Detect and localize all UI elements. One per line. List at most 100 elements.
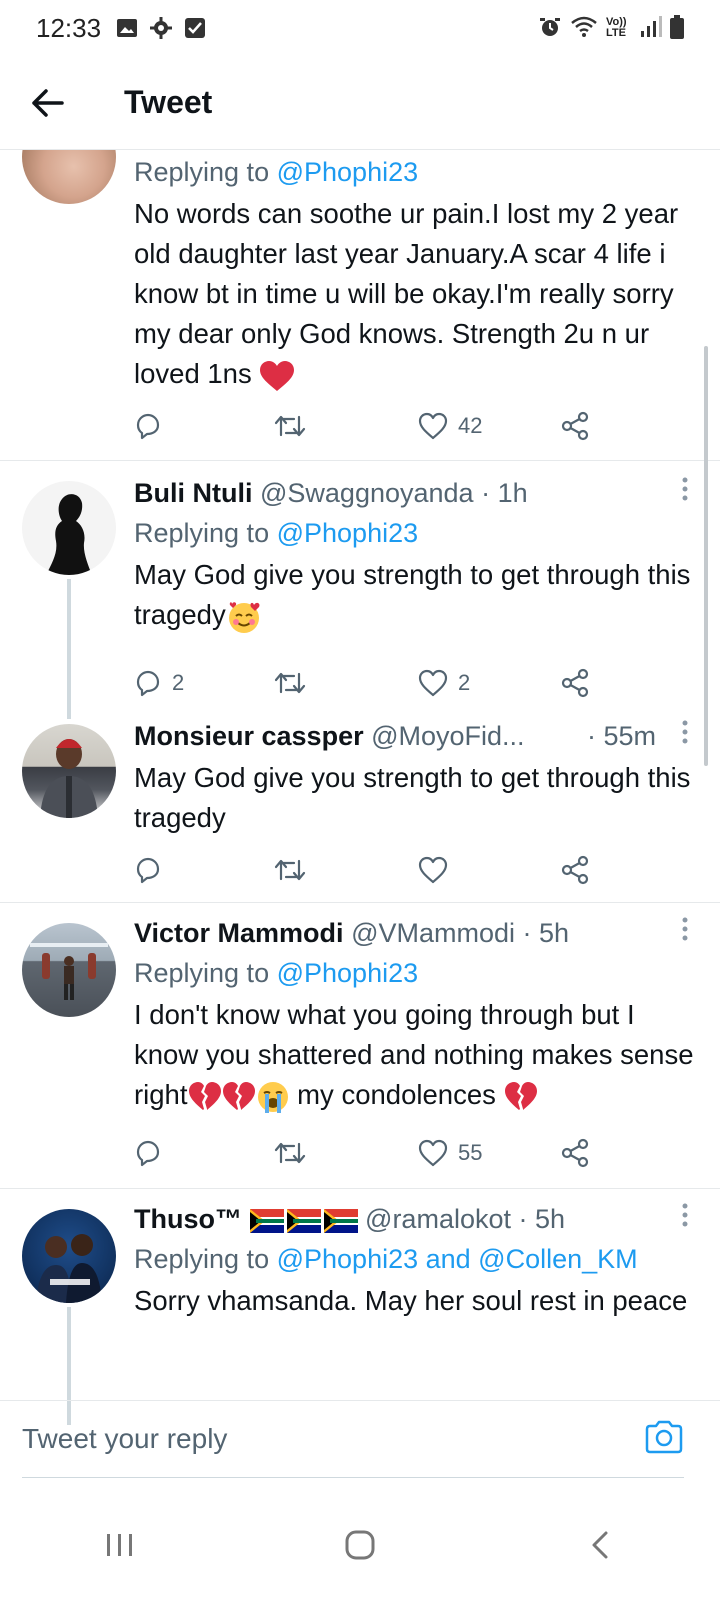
more-options-button[interactable] xyxy=(670,716,700,756)
avatar[interactable] xyxy=(22,724,116,818)
tweet-text: No words can soothe ur pain.I lost my 2 … xyxy=(134,194,700,394)
share-icon xyxy=(561,855,589,885)
mention-link[interactable]: @Phophi23 xyxy=(277,958,419,988)
tweet-actions xyxy=(134,850,604,890)
like-button[interactable]: 42 xyxy=(418,406,482,446)
recents-button[interactable] xyxy=(75,1510,165,1580)
retweet-icon xyxy=(274,672,306,694)
timestamp: · 5h xyxy=(522,918,570,948)
handle[interactable]: @ramalokot xyxy=(365,1204,511,1234)
retweet-button[interactable] xyxy=(274,850,306,890)
mention-link[interactable]: @Phophi23 xyxy=(277,518,419,548)
tweet-actions: 42 xyxy=(134,406,604,446)
like-button[interactable] xyxy=(418,850,448,890)
tweet-actions: 55 xyxy=(134,1133,604,1173)
mention-link[interactable]: @Phophi23 xyxy=(277,157,419,187)
tweet-body-end: my condolences xyxy=(289,1079,504,1110)
south-africa-flag-icon xyxy=(323,1208,358,1233)
tweet-text: May God give you strength to get through… xyxy=(134,758,700,838)
timestamp: · 5h xyxy=(518,1204,566,1234)
broken-heart-emoji-icon xyxy=(188,1081,221,1110)
thread-line xyxy=(67,579,71,719)
arrow-left-icon xyxy=(32,88,64,117)
share-button[interactable] xyxy=(560,850,590,890)
handle[interactable]: @VMammodi xyxy=(351,918,515,948)
reply-button[interactable] xyxy=(134,406,162,446)
status-icons: Vo)) LTE xyxy=(538,14,684,42)
alarm-icon xyxy=(538,15,562,42)
retweet-button[interactable] xyxy=(274,406,306,446)
heart-icon xyxy=(418,1139,448,1167)
smiling-face-hearts-emoji-icon xyxy=(228,601,260,633)
heart-icon xyxy=(418,856,448,884)
app-bar: Tweet xyxy=(0,56,720,150)
avatar[interactable] xyxy=(22,1209,116,1303)
like-button[interactable]: 55 xyxy=(418,1133,482,1173)
more-options-button[interactable] xyxy=(670,913,700,953)
share-icon xyxy=(561,1138,589,1168)
tweet-actions: 2 2 xyxy=(134,663,604,703)
avatar[interactable] xyxy=(22,150,116,204)
system-nav-bar xyxy=(0,1490,720,1600)
reply-count: 2 xyxy=(172,670,185,695)
share-button[interactable] xyxy=(560,406,590,446)
tweet-item[interactable]: Thuso™ @ramalokot · 5h Replying to @Phop… xyxy=(0,1189,720,1425)
reply-button[interactable] xyxy=(134,1133,162,1173)
home-button[interactable] xyxy=(315,1510,405,1580)
heart-icon xyxy=(418,669,448,697)
scrollbar[interactable] xyxy=(704,346,708,766)
mention-link[interactable]: @Phophi23 and @Collen_KM xyxy=(277,1244,638,1274)
display-name[interactable]: Buli Ntuli xyxy=(134,478,252,508)
south-africa-flag-icon xyxy=(286,1208,321,1233)
loudly-crying-face-emoji-icon xyxy=(257,1081,288,1113)
retweet-button[interactable] xyxy=(274,663,306,703)
replying-to: Replying to @Phophi23 and @Collen_KM xyxy=(134,1239,700,1279)
reply-input[interactable]: Tweet your reply xyxy=(22,1423,227,1455)
display-name[interactable]: Thuso™ xyxy=(134,1204,242,1234)
camera-button[interactable] xyxy=(644,1419,684,1459)
tweet-item[interactable]: Replying to @Phophi23 No words can sooth… xyxy=(0,150,720,460)
tweet-body: Sorry vhamsanda. May her soul rest in pe… xyxy=(134,1285,688,1316)
timestamp: · 55m xyxy=(586,721,656,751)
handle[interactable]: @MoyoFid... xyxy=(371,721,524,751)
back-button[interactable] xyxy=(20,75,76,131)
reply-button[interactable]: 2 xyxy=(134,663,184,703)
handle[interactable]: @Swaggnoyanda xyxy=(260,478,474,508)
tweet-body: No words can soothe ur pain.I lost my 2 … xyxy=(134,198,679,389)
replying-to: Replying to @Phophi23 xyxy=(134,513,700,553)
display-name[interactable]: Monsieur cassper xyxy=(134,721,364,751)
avatar[interactable] xyxy=(22,481,116,575)
network-label: Vo)) LTE xyxy=(606,16,627,39)
reply-composer[interactable]: Tweet your reply xyxy=(0,1400,720,1480)
more-options-button[interactable] xyxy=(670,1199,700,1239)
more-vertical-icon xyxy=(682,477,688,501)
red-heart-emoji-icon xyxy=(260,360,295,391)
more-options-button[interactable] xyxy=(670,473,700,513)
share-button[interactable] xyxy=(560,1133,590,1173)
checkbox-icon xyxy=(183,16,207,40)
share-button[interactable] xyxy=(560,663,590,703)
like-count: 55 xyxy=(458,1140,483,1165)
like-button[interactable]: 2 xyxy=(418,663,470,703)
share-icon xyxy=(561,668,589,698)
home-icon xyxy=(345,1530,375,1560)
input-underline xyxy=(22,1477,684,1478)
retweet-icon xyxy=(274,1142,306,1164)
tweet-item[interactable]: Monsieur cassper @MoyoFid... · 55m May G… xyxy=(0,706,720,902)
broken-heart-emoji-icon xyxy=(222,1081,255,1110)
comment-icon xyxy=(136,670,160,697)
wifi-icon xyxy=(570,16,598,41)
system-back-button[interactable] xyxy=(555,1510,645,1580)
more-vertical-icon xyxy=(682,917,688,941)
tweet-body: May God give you strength to get through… xyxy=(134,559,691,630)
tweet-item[interactable]: Buli Ntuli @Swaggnoyanda · 1h Replying t… xyxy=(0,461,720,719)
south-africa-flag-icon xyxy=(249,1208,284,1233)
comment-icon xyxy=(136,857,160,884)
tweet-item[interactable]: Victor Mammodi @VMammodi · 5h Replying t… xyxy=(0,903,720,1188)
avatar[interactable] xyxy=(22,923,116,1017)
settings-icon xyxy=(149,16,173,40)
reply-button[interactable] xyxy=(134,850,162,890)
reply-feed[interactable]: Replying to @Phophi23 No words can sooth… xyxy=(0,150,720,1425)
retweet-button[interactable] xyxy=(274,1133,306,1173)
display-name[interactable]: Victor Mammodi xyxy=(134,918,344,948)
